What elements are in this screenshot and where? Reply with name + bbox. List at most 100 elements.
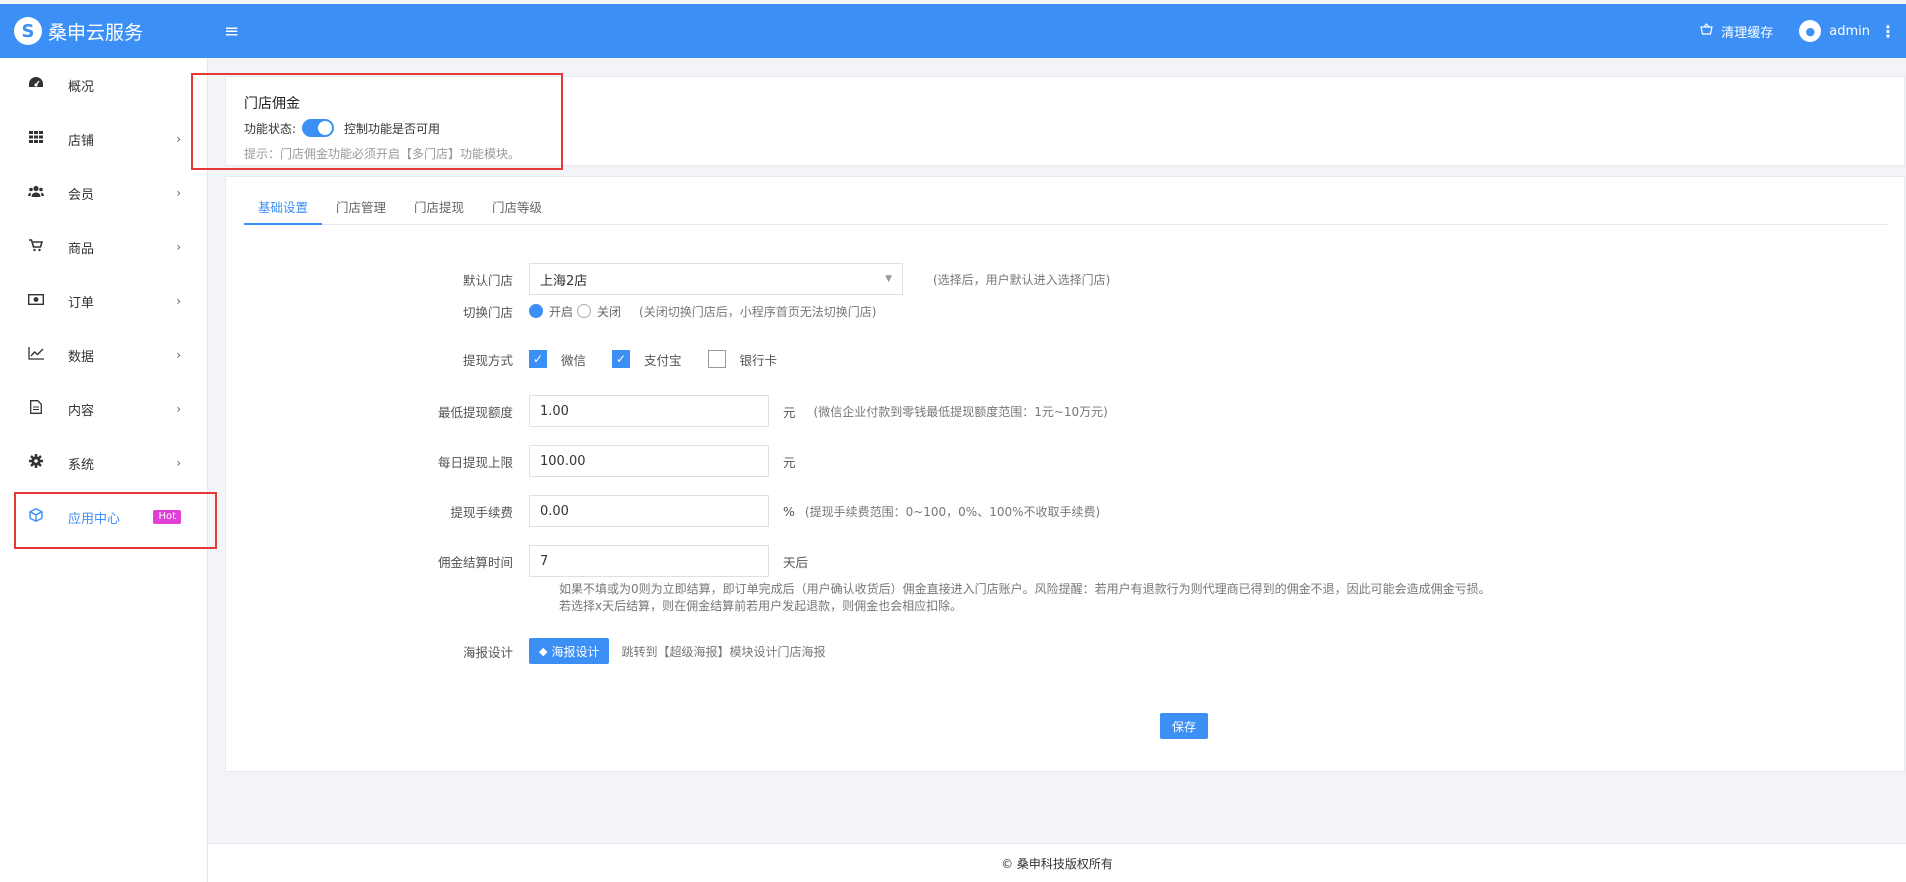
sidebar-item-system[interactable]: 系统 › bbox=[0, 436, 207, 490]
bank-card-checkbox[interactable] bbox=[707, 350, 726, 368]
settle-note-2: 若选择x天后结算，则在佣金结算前若用户发起退款，则佣金也会相应扣除。 bbox=[559, 599, 963, 613]
form-label: 最低提现额度 bbox=[437, 404, 513, 420]
sidebar-item-members[interactable]: 会员 › bbox=[0, 166, 207, 220]
money-icon bbox=[26, 293, 46, 309]
poster-design-button[interactable]: ◆ 海报设计 bbox=[529, 638, 610, 664]
checkbox-label: 支付宝 bbox=[644, 352, 682, 368]
chevron-right-icon: › bbox=[176, 294, 181, 308]
form-label: 提现方式 bbox=[462, 352, 513, 368]
highlight-box-function bbox=[191, 73, 563, 170]
row-fee: 提现手续费 0.00 % (提现手续费范围：0~100，0%、100%不收取手续… bbox=[226, 495, 1906, 527]
users-icon bbox=[26, 185, 46, 202]
field-hint: (微信企业付款到零钱最低提现额度范围：1元~10万元) bbox=[813, 404, 1108, 419]
unit-label: 天后 bbox=[783, 554, 809, 570]
unit-label: 元 bbox=[783, 404, 796, 420]
default-store-select[interactable]: 上海2店 ▼ bbox=[529, 263, 903, 295]
chart-line-icon bbox=[26, 346, 46, 364]
settle-note-1: 如果不填或为0则为立即结算，即订单完成后（用户确认收货后）佣金直接进入门店账户。… bbox=[559, 582, 1491, 596]
sidebar-item-label: 店铺 bbox=[68, 133, 95, 149]
sidebar: 概况 店铺 › 会员 › 商品 › 订单 › 数据 › 内容 › 系统 › 应用… bbox=[0, 58, 208, 882]
user-name: admin bbox=[1829, 23, 1870, 39]
brand[interactable]: S 桑申云服务 bbox=[0, 4, 208, 58]
button-label: 海报设计 bbox=[551, 644, 600, 659]
sidebar-item-label: 会员 bbox=[68, 187, 95, 203]
more-vertical-icon[interactable]: ⋮ bbox=[1880, 22, 1896, 41]
daily-limit-input[interactable]: 100.00 bbox=[529, 445, 769, 477]
save-button[interactable]: 保存 bbox=[1160, 713, 1209, 739]
checkbox-label: 银行卡 bbox=[739, 352, 778, 368]
radio-label: 开启 bbox=[549, 304, 574, 319]
settings-card: 基础设置 门店管理 门店提现 门店等级 默认门店 上海2店 ▼ (选择后，用户默… bbox=[225, 176, 1905, 772]
switch-store-on-radio[interactable] bbox=[529, 304, 543, 318]
top-navbar: S 桑申云服务 ≡ 清理缓存 ● admin ⋮ bbox=[0, 4, 1906, 58]
unit-label: 元 bbox=[783, 454, 796, 470]
main-content: 门店佣金 功能状态: 控制功能是否可用 提示：门店佣金功能必须开启【多门店】功能… bbox=[208, 58, 1906, 882]
brand-name: 桑申云服务 bbox=[48, 21, 144, 44]
clear-cache-button[interactable]: 清理缓存 bbox=[1700, 22, 1773, 41]
field-hint: (选择后，用户默认进入选择门店) bbox=[933, 272, 1111, 287]
cart-icon bbox=[26, 238, 46, 256]
select-value: 上海2店 bbox=[540, 273, 588, 289]
sidebar-item-content[interactable]: 内容 › bbox=[0, 382, 207, 436]
sidebar-item-label: 系统 bbox=[68, 457, 95, 473]
sidebar-item-products[interactable]: 商品 › bbox=[0, 220, 207, 274]
field-hint: (提现手续费范围：0~100，0%、100%不收取手续费) bbox=[804, 504, 1101, 519]
fee-input[interactable]: 0.00 bbox=[529, 495, 769, 527]
unit-label: % bbox=[783, 503, 795, 519]
menu-toggle-icon[interactable]: ≡ bbox=[224, 21, 239, 42]
dashboard-icon bbox=[26, 76, 46, 94]
settle-notes: 如果不填或为0则为立即结算，即订单完成后（用户确认收货后）佣金直接进入门店账户。… bbox=[559, 581, 1491, 615]
row-settle-time: 佣金结算时间 7 天后 bbox=[226, 545, 1906, 577]
tab-store-level[interactable]: 门店等级 bbox=[478, 191, 556, 225]
row-withdraw-method: 提现方式 ✓ 微信 ✓ 支付宝 银行卡 bbox=[226, 343, 1906, 375]
form-label: 海报设计 bbox=[462, 644, 513, 660]
diamond-icon: ◆ bbox=[539, 645, 548, 658]
highlight-box-sidebar bbox=[14, 492, 217, 549]
caret-down-icon: ▼ bbox=[885, 274, 892, 284]
chevron-right-icon: › bbox=[176, 348, 181, 362]
basket-icon bbox=[1700, 23, 1713, 39]
field-hint: 跳转到【超级海报】模块设计门店海报 bbox=[621, 644, 826, 659]
form-label: 佣金结算时间 bbox=[437, 554, 513, 570]
radio-label: 关闭 bbox=[597, 304, 622, 319]
checkbox-label: 微信 bbox=[561, 352, 587, 368]
sidebar-item-label: 数据 bbox=[68, 349, 95, 365]
form-label: 默认门店 bbox=[462, 272, 513, 288]
chevron-right-icon: › bbox=[176, 186, 181, 200]
avatar: ● bbox=[1799, 20, 1822, 42]
tab-store-management[interactable]: 门店管理 bbox=[322, 191, 400, 225]
chevron-right-icon: › bbox=[176, 240, 181, 254]
tab-basic-settings[interactable]: 基础设置 bbox=[244, 191, 323, 225]
brand-logo-icon: S bbox=[14, 17, 42, 45]
sidebar-item-data[interactable]: 数据 › bbox=[0, 328, 207, 382]
sidebar-item-label: 内容 bbox=[68, 403, 95, 419]
sidebar-item-label: 概况 bbox=[68, 79, 95, 95]
footer: © 桑申科技版权所有 bbox=[208, 843, 1906, 882]
row-min-amount: 最低提现额度 1.00 元 (微信企业付款到零钱最低提现额度范围：1元~10万元… bbox=[226, 395, 1906, 427]
alipay-checkbox[interactable]: ✓ bbox=[612, 350, 631, 368]
sidebar-item-overview[interactable]: 概况 bbox=[0, 58, 207, 112]
field-hint: (关闭切换门店后，小程序首页无法切换门店) bbox=[639, 304, 877, 319]
row-default-store: 默认门店 上海2店 ▼ (选择后，用户默认进入选择门店) bbox=[226, 263, 1906, 295]
settle-time-input[interactable]: 7 bbox=[529, 545, 769, 577]
document-icon bbox=[26, 400, 46, 418]
sidebar-item-orders[interactable]: 订单 › bbox=[0, 274, 207, 328]
form-label: 切换门店 bbox=[462, 304, 513, 320]
form-label: 每日提现上限 bbox=[437, 454, 513, 470]
chevron-right-icon: › bbox=[176, 132, 181, 146]
grid-icon bbox=[26, 131, 46, 147]
tab-bar: 基础设置 门店管理 门店提现 门店等级 bbox=[244, 191, 1888, 225]
form-label: 提现手续费 bbox=[450, 504, 513, 520]
row-switch-store: 切换门店 开启 关闭 (关闭切换门店后，小程序首页无法切换门店) bbox=[226, 295, 1906, 327]
sidebar-item-label: 商品 bbox=[68, 241, 95, 257]
sidebar-item-label: 订单 bbox=[68, 295, 95, 311]
switch-store-off-radio[interactable] bbox=[577, 304, 592, 318]
row-poster: 海报设计 ◆ 海报设计 跳转到【超级海报】模块设计门店海报 bbox=[226, 637, 1906, 665]
clear-cache-label: 清理缓存 bbox=[1721, 25, 1774, 41]
tab-store-withdraw[interactable]: 门店提现 bbox=[400, 191, 478, 225]
sidebar-item-store[interactable]: 店铺 › bbox=[0, 112, 207, 166]
min-amount-input[interactable]: 1.00 bbox=[529, 395, 769, 427]
user-menu[interactable]: ● admin bbox=[1799, 20, 1870, 42]
gear-icon bbox=[26, 454, 46, 472]
wechat-checkbox[interactable]: ✓ bbox=[529, 350, 547, 368]
